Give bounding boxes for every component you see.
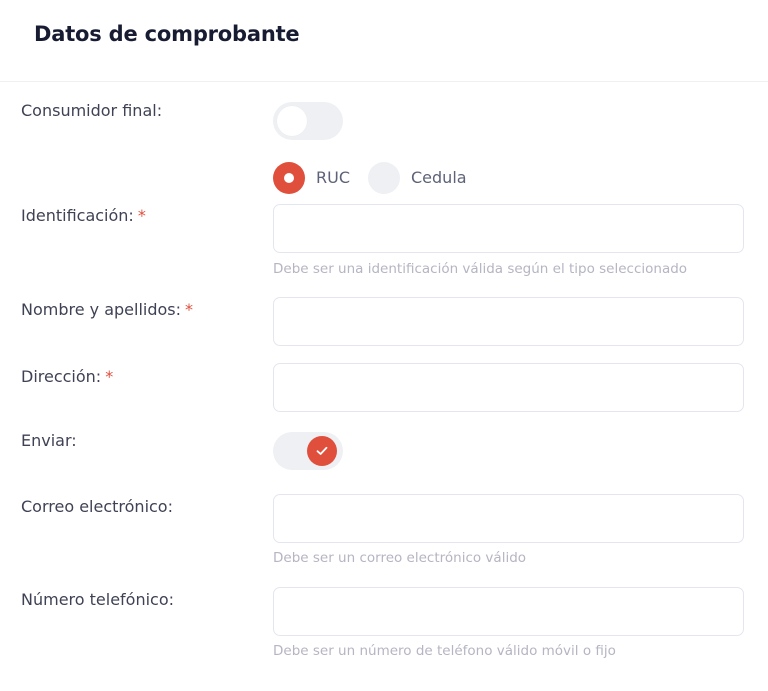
switch-knob bbox=[307, 436, 337, 466]
consumidor-final-label: Consumidor final: bbox=[21, 101, 163, 120]
nombre-input[interactable] bbox=[273, 297, 744, 346]
telefono-label: Número telefónico: bbox=[21, 590, 175, 609]
direccion-label-text: Dirección: bbox=[21, 367, 102, 386]
correo-hint: Debe ser un correo electrónico válido bbox=[273, 550, 527, 566]
enviar-switch[interactable] bbox=[273, 432, 343, 470]
telefono-input[interactable] bbox=[273, 587, 744, 636]
card-header: Datos de comprobante bbox=[0, 0, 768, 82]
radio-ruc[interactable] bbox=[273, 162, 305, 194]
identificacion-input[interactable] bbox=[273, 204, 744, 253]
telefono-hint: Debe ser un número de teléfono válido mó… bbox=[273, 643, 616, 659]
check-icon bbox=[316, 446, 328, 455]
identificacion-label-text: Identificación: bbox=[21, 206, 134, 225]
nombre-label: Nombre y apellidos: * bbox=[21, 300, 193, 319]
radio-cedula[interactable] bbox=[368, 162, 400, 194]
radio-ruc-label[interactable]: RUC bbox=[316, 168, 350, 187]
enviar-label: Enviar: bbox=[21, 431, 77, 450]
radio-cedula-label[interactable]: Cedula bbox=[411, 168, 467, 187]
page-title: Datos de comprobante bbox=[34, 22, 300, 46]
correo-label: Correo electrónico: bbox=[21, 497, 173, 516]
identificacion-label: Identificación: * bbox=[21, 206, 146, 225]
required-mark: * bbox=[105, 367, 114, 386]
required-mark: * bbox=[185, 300, 194, 319]
comprobante-card: Datos de comprobante Consumidor final: R… bbox=[0, 0, 768, 691]
nombre-label-text: Nombre y apellidos: bbox=[21, 300, 182, 319]
required-mark: * bbox=[137, 206, 146, 225]
correo-input[interactable] bbox=[273, 494, 744, 543]
consumidor-final-switch[interactable] bbox=[273, 102, 343, 140]
identificacion-hint: Debe ser una identificación válida según… bbox=[273, 261, 688, 277]
direccion-input[interactable] bbox=[273, 363, 744, 412]
switch-knob bbox=[277, 106, 307, 136]
direccion-label: Dirección: * bbox=[21, 367, 113, 386]
